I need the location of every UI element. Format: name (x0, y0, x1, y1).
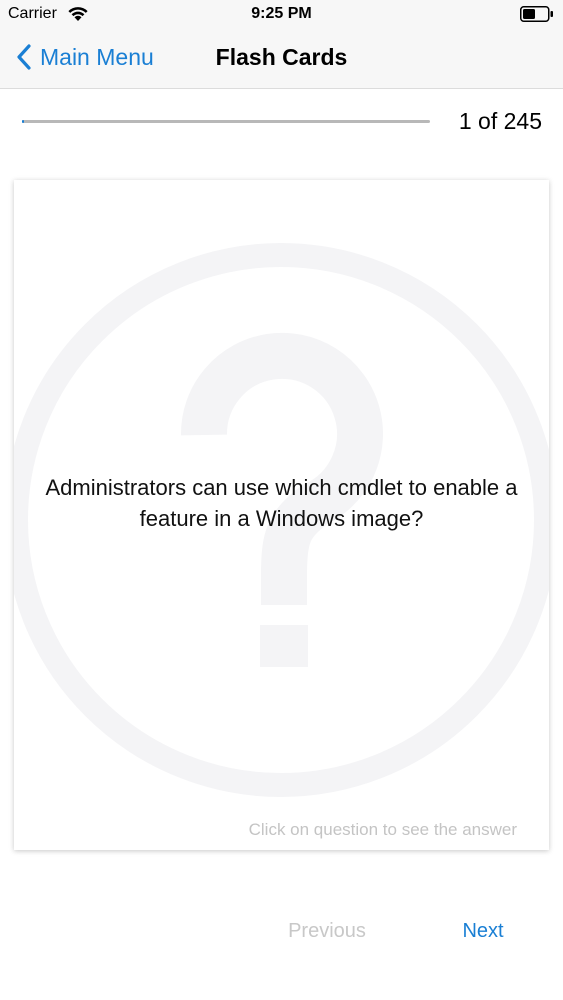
progress-bar (22, 120, 430, 123)
top-bar: Carrier 9:25 PM Main Menu Flash Cards (0, 0, 563, 89)
progress-bar-fill (22, 120, 24, 123)
previous-button[interactable]: Previous (262, 920, 392, 943)
flash-cards-screen: Carrier 9:25 PM Main Menu Flash Cards 1 … (0, 0, 563, 1000)
card-hint: Click on question to see the answer (248, 820, 517, 839)
battery-half-icon (520, 6, 553, 22)
flash-card[interactable]: Administrators can use which cmdlet to e… (14, 180, 549, 850)
navigation-bar: Main Menu Flash Cards (0, 30, 563, 88)
progress-counter: 1 of 245 (458, 108, 542, 134)
page-title: Flash Cards (215, 44, 348, 70)
status-bar: Carrier 9:25 PM (0, 0, 563, 30)
card-question: Administrators can use which cmdlet to e… (45, 475, 518, 531)
status-time: 9:25 PM (251, 5, 312, 22)
next-button[interactable]: Next (430, 920, 536, 943)
